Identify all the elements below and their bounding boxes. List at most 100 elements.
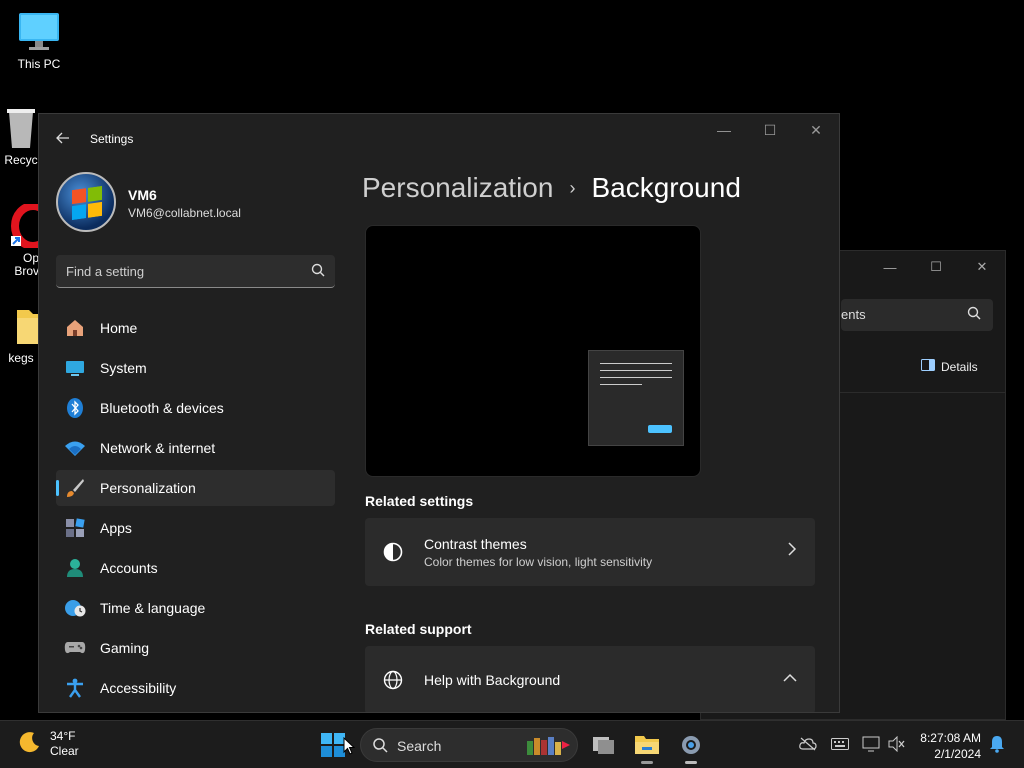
- system-clock[interactable]: 8:27:08 AM 2/1/2024: [920, 730, 981, 762]
- desktop: This PC Recyc Op Brov kegs — ☐ ✕ ents De…: [0, 0, 1024, 720]
- taskbar-search-label: Search: [397, 738, 442, 754]
- details-label: Details: [941, 359, 978, 374]
- globe-icon: [383, 670, 403, 690]
- nav-label: System: [100, 360, 147, 376]
- nav-item-accounts[interactable]: Accounts: [56, 550, 335, 586]
- gamepad-icon: [64, 637, 86, 659]
- nav-item-bluetooth[interactable]: Bluetooth & devices: [56, 390, 335, 426]
- accounts-icon: [64, 557, 86, 579]
- details-button[interactable]: Details: [921, 359, 978, 374]
- monitor-icon: [17, 10, 61, 54]
- running-indicator: [685, 761, 697, 764]
- page-title: Background: [591, 172, 741, 203]
- moon-icon: [18, 730, 42, 759]
- contrast-themes-card[interactable]: Contrast themes Color themes for low vis…: [365, 518, 815, 586]
- nav-item-apps[interactable]: Apps: [56, 510, 335, 546]
- chevron-up-icon[interactable]: [783, 670, 797, 686]
- bluetooth-icon: [64, 397, 86, 419]
- brush-icon: [64, 477, 86, 499]
- settings-window: Settings — ☐ ✕ VM6 VM6@collabnet.local F…: [38, 113, 840, 713]
- help-with-background-card[interactable]: Help with Background: [365, 646, 815, 712]
- clock-time: 8:27:08 AM: [920, 731, 981, 745]
- nav-label: Time & language: [100, 600, 206, 616]
- system-icon: [64, 357, 86, 379]
- background-preview: [365, 225, 701, 477]
- keyboard-icon[interactable]: [831, 735, 849, 753]
- nav-label: Network & internet: [100, 440, 216, 456]
- nav-item-time-language[interactable]: Time & language: [56, 590, 335, 626]
- explorer-window-controls: — ☐ ✕: [867, 251, 1005, 283]
- chevron-right-icon: ›: [569, 177, 576, 198]
- nav-item-accessibility[interactable]: Accessibility: [56, 670, 335, 706]
- explorer-search-input[interactable]: ents: [841, 299, 993, 331]
- close-icon[interactable]: ✕: [793, 114, 839, 146]
- desktop-icon-label: This PC: [17, 57, 61, 71]
- desktop-icon-label: Recyc: [4, 153, 38, 167]
- contrast-themes-title: Contrast themes: [424, 536, 527, 552]
- recycle-bin-icon: [1, 106, 41, 150]
- back-arrow-icon[interactable]: [51, 128, 75, 148]
- preview-mini-window: [588, 350, 684, 446]
- nav-label: Apps: [100, 520, 132, 536]
- settings-gear-icon[interactable]: [678, 733, 704, 764]
- avatar[interactable]: [56, 172, 116, 232]
- contrast-themes-subtitle: Color themes for low vision, light sensi…: [424, 555, 653, 569]
- clock-date: 2/1/2024: [934, 747, 981, 761]
- nav-item-personalization[interactable]: Personalization: [56, 470, 335, 506]
- weather-condition: Clear: [50, 744, 79, 758]
- nav-item-system[interactable]: System: [56, 350, 335, 386]
- nav-label: Personalization: [100, 480, 196, 496]
- nav-item-network[interactable]: Network & internet: [56, 430, 335, 466]
- windows-start-icon[interactable]: [321, 733, 345, 757]
- folder-icon: [1, 304, 41, 348]
- minimize-icon[interactable]: —: [701, 114, 747, 146]
- apps-icon: [64, 517, 86, 539]
- task-view-icon[interactable]: [591, 733, 617, 757]
- running-indicator: [641, 761, 653, 764]
- nav-label: Bluetooth & devices: [100, 400, 224, 416]
- opera-browser-icon: [1, 204, 41, 248]
- cloud-off-icon[interactable]: [799, 735, 817, 753]
- contrast-icon: [383, 542, 403, 562]
- breadcrumb-parent[interactable]: Personalization: [362, 172, 553, 204]
- minimize-icon[interactable]: —: [867, 251, 913, 283]
- network-icon[interactable]: [862, 735, 880, 753]
- find-setting-input[interactable]: Find a setting: [56, 255, 335, 288]
- windows-flag-icon: [72, 185, 102, 221]
- file-explorer-icon[interactable]: [634, 733, 660, 764]
- nav-item-gaming[interactable]: Gaming: [56, 630, 335, 666]
- maximize-icon[interactable]: ☐: [747, 114, 793, 146]
- close-icon[interactable]: ✕: [959, 251, 1005, 283]
- user-email: VM6@collabnet.local: [128, 206, 241, 220]
- details-pane-icon: [921, 359, 935, 374]
- taskbar-search[interactable]: Search: [360, 728, 578, 762]
- user-name: VM6: [128, 187, 157, 203]
- wifi-icon: [64, 437, 86, 459]
- app-title: Settings: [90, 132, 134, 146]
- taskbar: 34°F Clear Search 8:27:08 AM 2/1/2024: [0, 720, 1024, 768]
- volume-muted-icon[interactable]: [888, 735, 906, 753]
- search-highlight-icon: [525, 735, 571, 755]
- weather-widget[interactable]: 34°F Clear: [18, 729, 79, 759]
- help-with-background-title: Help with Background: [424, 672, 561, 688]
- window-controls: — ☐ ✕: [701, 114, 839, 146]
- nav-label: Home: [100, 320, 138, 336]
- title-bar[interactable]: Settings — ☐ ✕: [39, 114, 839, 162]
- desktop-icon-opera[interactable]: Op Brov: [1, 204, 41, 278]
- home-icon: [64, 317, 86, 339]
- settings-nav: Home System Bluetooth & devices Network …: [56, 310, 335, 710]
- desktop-icon-label: kegs: [8, 351, 34, 365]
- desktop-icon-this-pc[interactable]: This PC: [1, 10, 77, 71]
- notification-bell-icon[interactable]: [988, 735, 1006, 753]
- find-setting-placeholder: Find a setting: [66, 264, 145, 279]
- search-icon: [967, 306, 981, 323]
- desktop-icon-recycle-bin[interactable]: Recyc: [1, 106, 41, 167]
- nav-item-home[interactable]: Home: [56, 310, 335, 346]
- desktop-icon-folder[interactable]: kegs: [1, 304, 41, 365]
- desktop-icon-label: Op Brov: [14, 251, 39, 278]
- maximize-icon[interactable]: ☐: [913, 251, 959, 283]
- weather-temp: 34°F: [50, 729, 76, 743]
- chevron-right-icon: [787, 542, 797, 559]
- explorer-search-text: ents: [841, 307, 866, 322]
- nav-label: Accounts: [100, 560, 158, 576]
